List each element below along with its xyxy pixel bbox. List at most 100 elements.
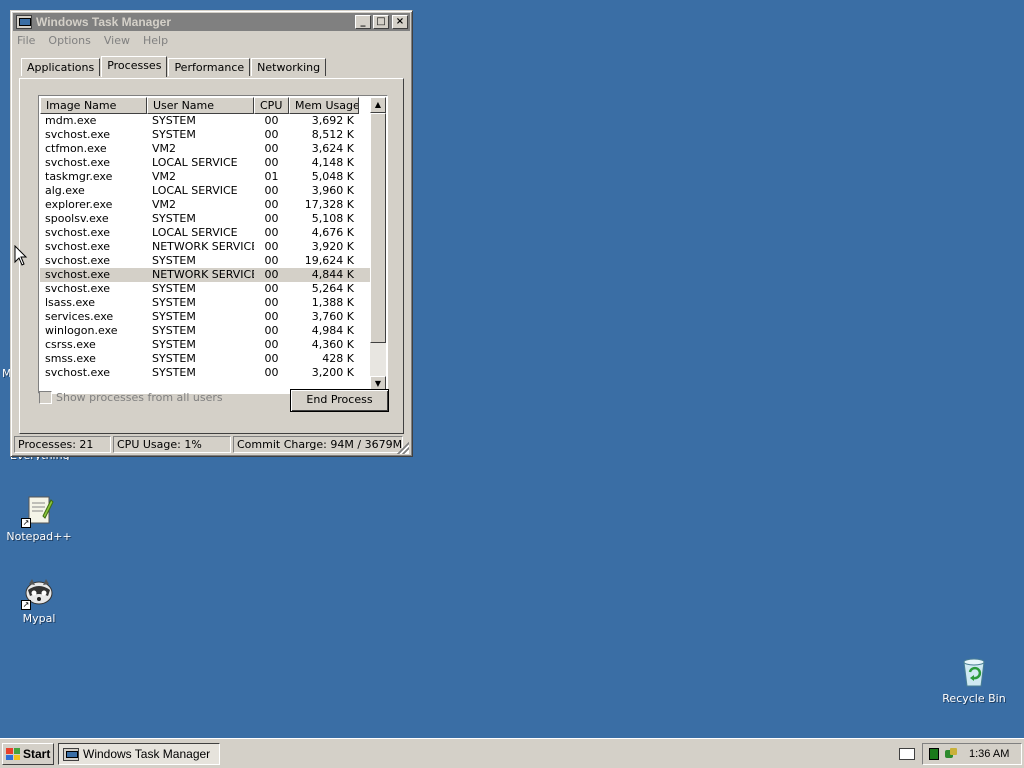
table-row[interactable]: svchost.exe SYSTEM 00 3,200 K: [40, 366, 370, 380]
close-button[interactable]: ×: [392, 15, 408, 29]
table-row[interactable]: svchost.exe NETWORK SERVICE 00 4,844 K: [40, 268, 370, 282]
start-button[interactable]: Start: [2, 743, 54, 765]
task-manager-icon: [63, 747, 79, 761]
cell-image-name: svchost.exe: [45, 254, 111, 267]
table-row[interactable]: alg.exe LOCAL SERVICE 00 3,960 K: [40, 184, 370, 198]
tray-app-icon[interactable]: [929, 748, 939, 760]
resize-grip[interactable]: [397, 442, 409, 454]
column-header-mem-usage[interactable]: Mem Usage: [289, 97, 359, 114]
table-row[interactable]: svchost.exe LOCAL SERVICE 00 4,676 K: [40, 226, 370, 240]
cell-image-name: lsass.exe: [45, 296, 95, 309]
tab-strip: Applications Processes Performance Netwo…: [21, 56, 410, 77]
status-cpu-usage: CPU Usage: 1%: [113, 436, 231, 453]
cell-cpu: 00: [264, 156, 279, 169]
desktop-icon-notepadpp[interactable]: ↗ Notepad++: [1, 494, 77, 543]
menu-help[interactable]: Help: [143, 34, 168, 47]
cell-image-name: svchost.exe: [45, 226, 111, 239]
process-rows: mdm.exe SYSTEM 00 3,692 K svchost.exe SYSTEM 0…: [40, 114, 370, 380]
table-row[interactable]: explorer.exe VM2 00 17,328 K: [40, 198, 370, 212]
scroll-thumb[interactable]: [370, 113, 386, 343]
table-row[interactable]: csrss.exe SYSTEM 00 4,360 K: [40, 338, 370, 352]
minimize-button[interactable]: _: [355, 15, 371, 29]
table-row[interactable]: mdm.exe SYSTEM 00 3,692 K: [40, 114, 370, 128]
scroll-up-button[interactable]: ▲: [370, 97, 386, 113]
cell-user-name: LOCAL SERVICE: [152, 184, 238, 197]
cell-user-name: SYSTEM: [152, 254, 196, 267]
desktop-icon-mypal[interactable]: ↗ Mypal: [1, 576, 77, 625]
table-row[interactable]: svchost.exe NETWORK SERVICE 00 3,920 K: [40, 240, 370, 254]
cell-cpu: 00: [264, 338, 279, 351]
network-icon[interactable]: [945, 748, 957, 760]
table-row[interactable]: taskmgr.exe VM2 01 5,048 K: [40, 170, 370, 184]
table-row[interactable]: svchost.exe SYSTEM 00 19,624 K: [40, 254, 370, 268]
cell-mem-usage: 4,360 K: [311, 338, 354, 351]
table-row[interactable]: winlogon.exe SYSTEM 00 4,984 K: [40, 324, 370, 338]
cell-cpu: 01: [264, 170, 279, 183]
cell-user-name: LOCAL SERVICE: [152, 226, 238, 239]
cell-user-name: VM2: [152, 142, 177, 155]
tab-processes[interactable]: Processes: [101, 56, 168, 77]
cell-cpu: 00: [264, 254, 279, 267]
cell-mem-usage: 4,984 K: [311, 324, 354, 337]
cell-cpu: 00: [264, 282, 279, 295]
tab-networking[interactable]: Networking: [251, 58, 327, 76]
tab-performance[interactable]: Performance: [168, 58, 251, 76]
windows-logo-icon: [6, 748, 20, 760]
cell-user-name: SYSTEM: [152, 282, 196, 295]
clock[interactable]: 1:36 AM: [969, 748, 1009, 760]
cell-mem-usage: 19,624 K: [304, 254, 354, 267]
show-all-users-label: Show processes from all users: [56, 391, 223, 404]
cell-user-name: SYSTEM: [152, 212, 196, 225]
table-row[interactable]: smss.exe SYSTEM 00 428 K: [40, 352, 370, 366]
table-row[interactable]: spoolsv.exe SYSTEM 00 5,108 K: [40, 212, 370, 226]
cell-image-name: svchost.exe: [45, 240, 111, 253]
maximize-button[interactable]: □: [373, 15, 389, 29]
menu-file[interactable]: File: [17, 34, 35, 47]
cell-user-name: VM2: [152, 198, 177, 211]
cell-mem-usage: 8,512 K: [311, 128, 354, 141]
column-header-cpu[interactable]: CPU: [254, 97, 289, 114]
cell-cpu: 00: [264, 114, 279, 127]
cell-cpu: 00: [264, 198, 279, 211]
cell-cpu: 00: [264, 366, 279, 379]
cell-user-name: SYSTEM: [152, 296, 196, 309]
cell-cpu: 00: [264, 296, 279, 309]
table-row[interactable]: lsass.exe SYSTEM 00 1,388 K: [40, 296, 370, 310]
cell-image-name: svchost.exe: [45, 268, 111, 281]
table-row[interactable]: svchost.exe SYSTEM 00 5,264 K: [40, 282, 370, 296]
system-tray: 1:36 AM: [922, 743, 1022, 765]
cell-image-name: svchost.exe: [45, 128, 111, 141]
cell-image-name: mdm.exe: [45, 114, 97, 127]
tab-applications[interactable]: Applications: [21, 58, 101, 76]
column-header-image-name[interactable]: Image Name: [40, 97, 147, 114]
menu-options[interactable]: Options: [48, 34, 90, 47]
cell-user-name: SYSTEM: [152, 324, 196, 337]
table-row[interactable]: svchost.exe SYSTEM 00 8,512 K: [40, 128, 370, 142]
keyboard-icon[interactable]: [899, 748, 915, 760]
cell-image-name: taskmgr.exe: [45, 170, 113, 183]
menu-view[interactable]: View: [104, 34, 130, 47]
taskbar-item-label: Windows Task Manager: [83, 747, 211, 761]
cell-cpu: 00: [264, 226, 279, 239]
title-bar[interactable]: Windows Task Manager _ □ ×: [13, 13, 410, 31]
mouse-cursor-icon: [14, 245, 28, 266]
cell-user-name: SYSTEM: [152, 338, 196, 351]
notepadpp-icon: ↗: [21, 494, 55, 528]
cell-cpu: 00: [264, 352, 279, 365]
cell-image-name: svchost.exe: [45, 282, 111, 295]
cell-user-name: SYSTEM: [152, 310, 196, 323]
cell-user-name: SYSTEM: [152, 366, 196, 379]
table-row[interactable]: ctfmon.exe VM2 00 3,624 K: [40, 142, 370, 156]
taskbar-item-task-manager[interactable]: Windows Task Manager: [58, 743, 220, 765]
desktop-icon-recycle-bin[interactable]: Recycle Bin: [936, 656, 1012, 705]
cell-image-name: svchost.exe: [45, 366, 111, 379]
process-list[interactable]: Image Name User Name CPU Mem Usage mdm.e…: [38, 95, 388, 394]
column-header-user-name[interactable]: User Name: [147, 97, 254, 114]
cell-image-name: winlogon.exe: [45, 324, 118, 337]
table-row[interactable]: services.exe SYSTEM 00 3,760 K: [40, 310, 370, 324]
cell-cpu: 00: [264, 128, 279, 141]
table-row[interactable]: svchost.exe LOCAL SERVICE 00 4,148 K: [40, 156, 370, 170]
end-process-button[interactable]: End Process: [290, 389, 389, 412]
cell-mem-usage: 3,692 K: [311, 114, 354, 127]
vertical-scrollbar[interactable]: ▲ ▼: [370, 97, 386, 392]
